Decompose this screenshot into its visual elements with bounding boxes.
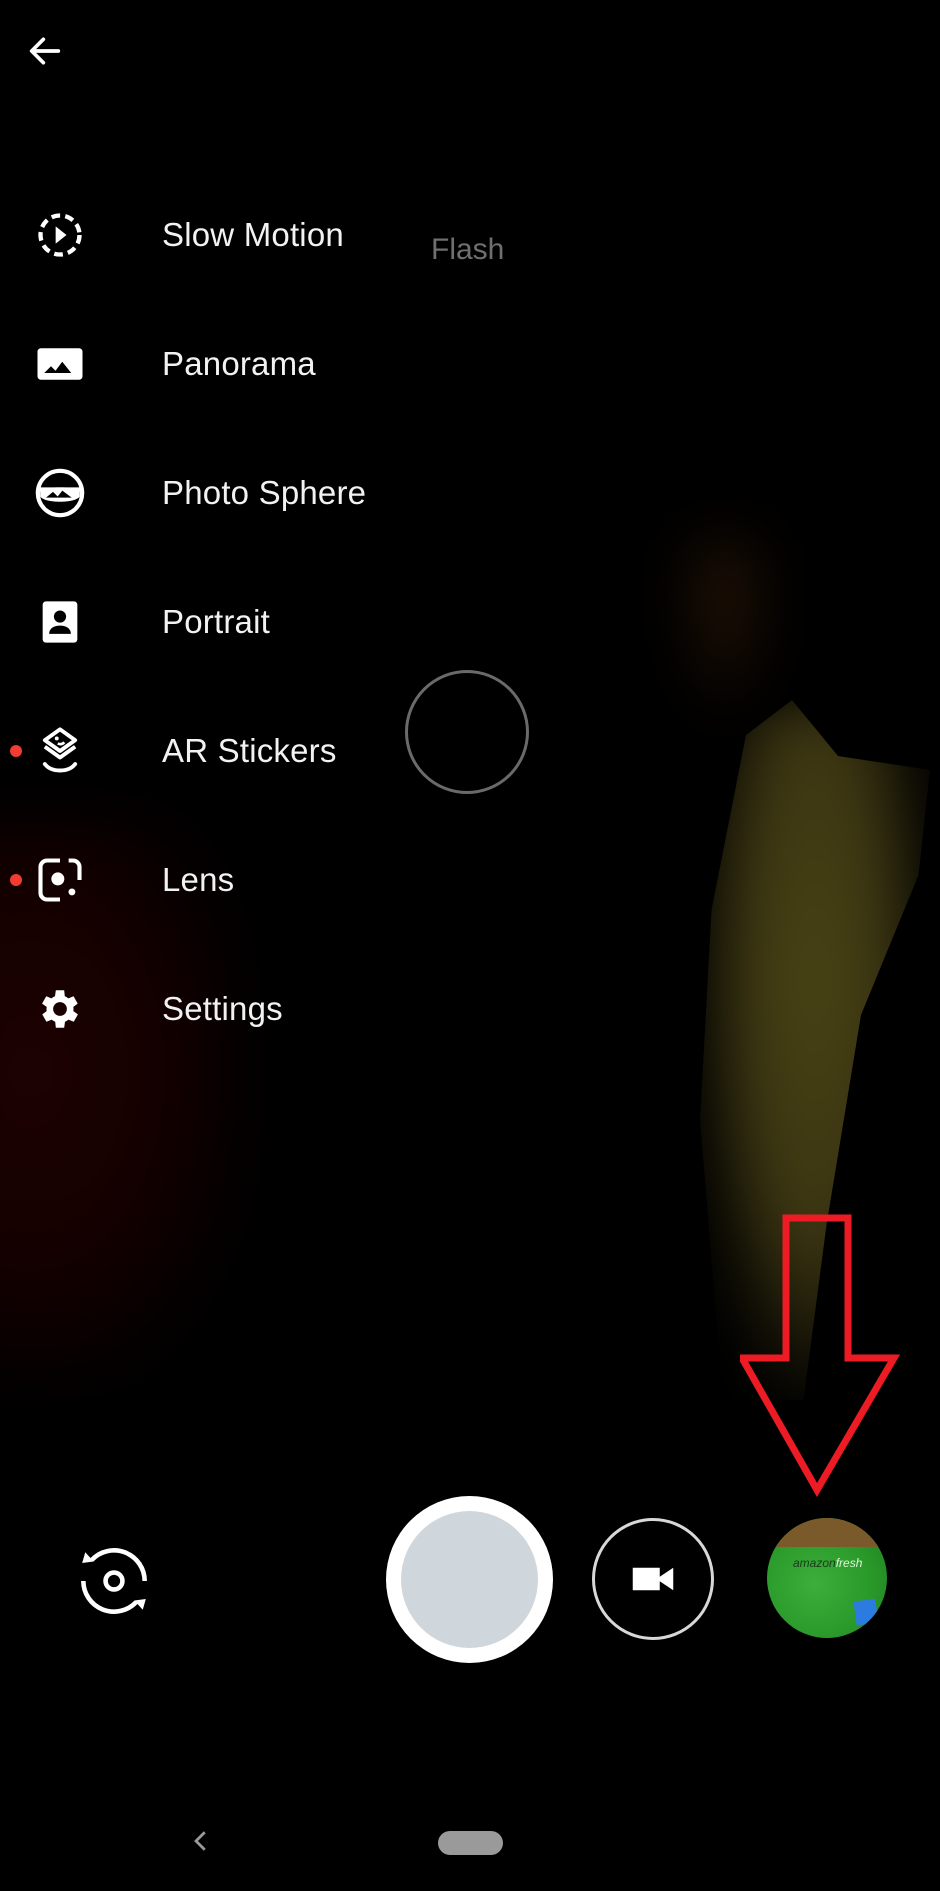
thumbnail-image-text: amazonfresh bbox=[793, 1556, 863, 1570]
gear-icon bbox=[32, 981, 88, 1037]
video-camera-icon bbox=[632, 1567, 674, 1591]
arrow-left-icon bbox=[29, 37, 61, 65]
mode-item-label: Lens bbox=[162, 860, 235, 898]
thumbnail-image-label bbox=[853, 1598, 879, 1626]
portrait-icon bbox=[32, 594, 88, 650]
mode-menu: Slow Motion Panorama Photo Sphere Portra… bbox=[0, 170, 520, 1073]
slow-motion-icon bbox=[32, 207, 88, 263]
new-badge-dot bbox=[10, 873, 22, 886]
thumbnail-image-top bbox=[767, 1518, 887, 1547]
mode-item-lens[interactable]: Lens bbox=[0, 815, 520, 944]
mode-item-label: Photo Sphere bbox=[162, 473, 367, 511]
mode-item-label: Slow Motion bbox=[162, 215, 344, 253]
mode-item-photo-sphere[interactable]: Photo Sphere bbox=[0, 428, 520, 557]
nav-home-pill[interactable] bbox=[438, 1831, 503, 1855]
viewfinder-blur-brown bbox=[680, 540, 770, 720]
mode-item-label: Panorama bbox=[162, 344, 316, 382]
ar-stickers-icon bbox=[32, 723, 88, 779]
video-mode-button[interactable] bbox=[592, 1518, 714, 1640]
gallery-thumbnail[interactable]: amazonfresh bbox=[767, 1518, 887, 1638]
new-badge-dot bbox=[10, 744, 22, 757]
mode-item-portrait[interactable]: Portrait bbox=[0, 557, 520, 686]
mode-item-settings[interactable]: Settings bbox=[0, 944, 520, 1073]
panorama-icon bbox=[32, 336, 88, 392]
mode-item-slow-motion[interactable]: Slow Motion bbox=[0, 170, 520, 299]
mode-item-label: Portrait bbox=[162, 602, 270, 640]
mode-item-label: AR Stickers bbox=[162, 731, 337, 769]
mode-item-label: Settings bbox=[162, 989, 283, 1027]
focus-indicator bbox=[405, 670, 529, 794]
shutter-button[interactable] bbox=[386, 1496, 553, 1663]
lens-icon bbox=[32, 852, 88, 908]
switch-camera-button[interactable] bbox=[68, 1535, 160, 1627]
mode-item-panorama[interactable]: Panorama bbox=[0, 299, 520, 428]
back-button[interactable] bbox=[20, 26, 70, 76]
photo-sphere-icon bbox=[32, 465, 88, 521]
annotation-arrow-down bbox=[740, 1214, 901, 1498]
shutter-inner bbox=[401, 1511, 538, 1648]
nav-back-icon[interactable] bbox=[186, 1826, 216, 1856]
switch-camera-icon bbox=[81, 1548, 147, 1614]
